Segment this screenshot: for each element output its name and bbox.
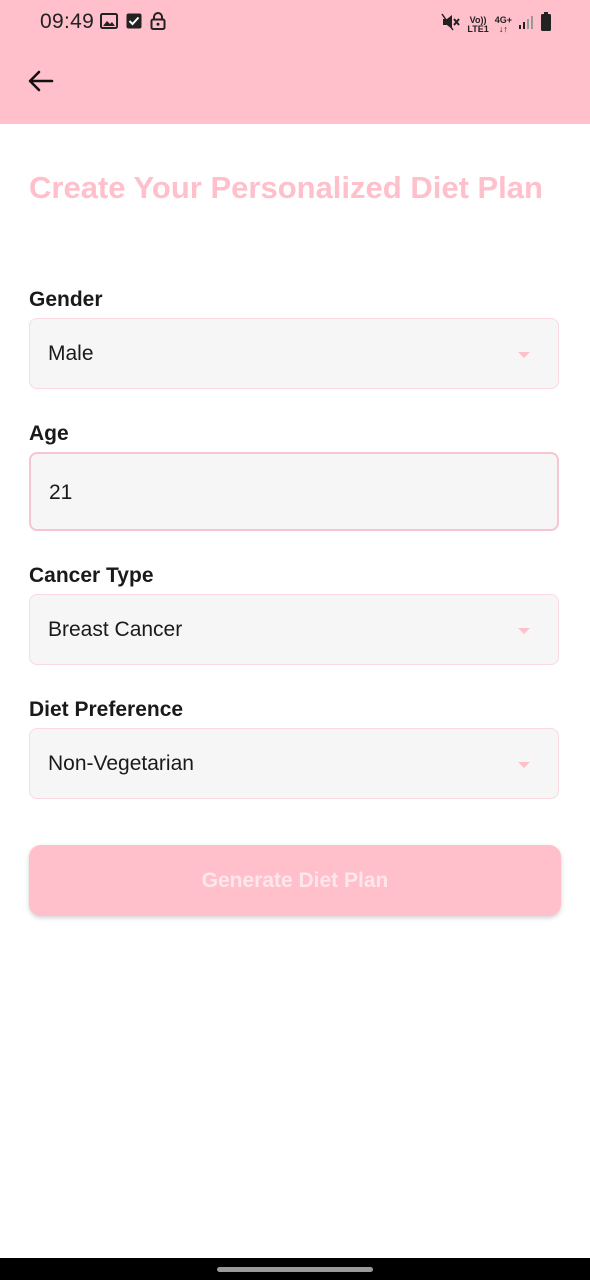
gender-value: Male: [48, 342, 94, 365]
volte-bottom: LTE1: [467, 23, 489, 34]
cancer-type-dropdown[interactable]: Breast Cancer: [29, 594, 559, 665]
cancer-type-value: Breast Cancer: [48, 618, 183, 641]
diet-preference-label: Diet Preference: [29, 698, 184, 721]
cancer-type-label: Cancer Type: [29, 564, 154, 587]
gallery-icon: [100, 13, 118, 34]
status-bar: 09:49 Vo)) LTE1 4G+ ↓↑: [0, 0, 590, 46]
diet-preference-value: Non-Vegetarian: [48, 752, 194, 775]
caret-down-icon: [518, 628, 530, 634]
battery-icon: [540, 12, 552, 37]
app-bar: 09:49 Vo)) LTE1 4G+ ↓↑: [0, 0, 590, 124]
diet-preference-dropdown[interactable]: Non-Vegetarian: [29, 728, 559, 799]
age-label: Age: [29, 422, 69, 445]
status-left-icons: [100, 12, 166, 35]
arrow-left-icon: [28, 70, 54, 97]
gender-label: Gender: [29, 288, 103, 311]
caret-down-icon: [518, 352, 530, 358]
mute-icon: [441, 13, 461, 36]
lock-icon: [150, 12, 166, 35]
age-input[interactable]: 21: [29, 452, 559, 531]
page-title: Create Your Personalized Diet Plan: [29, 170, 543, 205]
gender-dropdown[interactable]: Male: [29, 318, 559, 389]
generate-diet-plan-button[interactable]: Generate Diet Plan: [29, 845, 561, 916]
system-nav-bar: [0, 1258, 590, 1280]
status-right-icons: Vo)) LTE1 4G+ ↓↑: [441, 12, 552, 37]
volte-indicator: Vo)) LTE1: [467, 15, 489, 34]
caret-down-icon: [518, 762, 530, 768]
data-arrows-icon: ↓↑: [498, 23, 508, 34]
back-button[interactable]: [22, 64, 60, 102]
checkbox-icon: [126, 13, 142, 34]
age-value: 21: [49, 481, 73, 504]
home-gesture-handle[interactable]: [217, 1267, 373, 1272]
status-time: 09:49: [40, 10, 95, 33]
signal-icon: [518, 14, 534, 35]
screen: 09:49 Vo)) LTE1 4G+ ↓↑ Create Your Perso…: [0, 0, 590, 1280]
diet-plan-form: Create Your Personalized Diet Plan Gende…: [29, 124, 561, 916]
network-type-indicator: 4G+ ↓↑: [495, 15, 512, 34]
